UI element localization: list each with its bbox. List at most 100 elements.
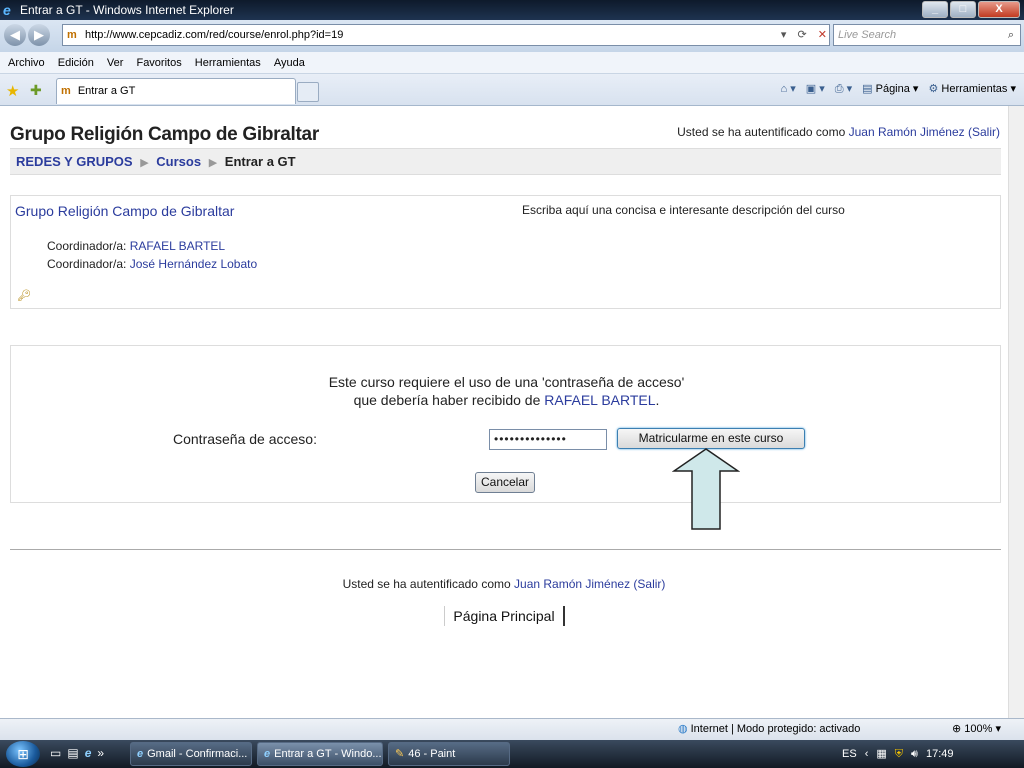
home-icon[interactable]: ⌂ ▾ [781, 82, 796, 96]
zoom-icon: ⊕ [952, 723, 962, 735]
close-button[interactable]: X [978, 1, 1020, 18]
address-url[interactable]: http://www.cepcadiz.com/red/course/enrol… [85, 25, 343, 45]
windows-logo-icon: ⊞ [17, 746, 29, 762]
course-description: Escriba aquí una concisa e interesante d… [522, 203, 845, 217]
tray-network-icon[interactable]: ▦ [876, 740, 886, 768]
tools-menu[interactable]: ⚙ Herramientas ▾ [928, 82, 1016, 96]
page-content: Grupo Religión Campo de Gibraltar Usted … [0, 106, 1024, 718]
globe-icon: ◍ [678, 723, 688, 735]
tray-shield-icon[interactable]: ⛨ [895, 740, 903, 768]
page-menu[interactable]: ▤ Página ▾ [862, 82, 918, 96]
logout-link[interactable]: (Salir) [968, 125, 1000, 139]
back-button[interactable]: ◀ [4, 24, 26, 46]
zoom-control[interactable]: ⊕ 100% ▾ [952, 719, 1001, 740]
coordinator-link[interactable]: RAFAEL BARTEL [130, 239, 225, 253]
language-indicator[interactable]: ES [842, 740, 857, 768]
system-tray: ES ‹ ▦ ⛨ 🔊︎ 17:49 [842, 740, 953, 768]
start-button[interactable]: ⊞ [6, 741, 40, 767]
coordinator-line: Coordinador/a: José Hernández Lobato [47, 257, 258, 271]
tray-expand-icon[interactable]: ‹ [865, 740, 869, 768]
cancel-button[interactable]: Cancelar [475, 472, 535, 493]
tab-label: Entrar a GT [77, 85, 136, 97]
address-dropdown-icon[interactable]: ▾ [781, 29, 787, 41]
add-favorites-icon[interactable]: ✚ [30, 82, 42, 99]
footer-login-info: Usted se ha autentificado como Juan Ramó… [342, 577, 666, 591]
tab-toolbar: ★ ✚ m Entrar a GT ⌂ ▾ ▣ ▾ ⎙ ▾ ▤ Página ▾… [0, 74, 1024, 106]
search-placeholder: Live Search [838, 29, 897, 41]
password-input[interactable]: •••••••••••••• [489, 429, 607, 450]
breadcrumb-current: Entrar a GT [224, 154, 296, 169]
coordinator-link[interactable]: José Hernández Lobato [130, 257, 257, 271]
menu-item-ver[interactable]: Ver [107, 57, 124, 69]
new-tab-button[interactable] [297, 82, 319, 102]
footer-logout-link[interactable]: (Salir) [633, 577, 665, 591]
user-link[interactable]: Juan Ramón Jiménez [849, 125, 965, 139]
enrol-box: Este curso requiere el uso de una 'contr… [10, 345, 1001, 503]
refresh-icon[interactable]: ⟳ [798, 29, 807, 41]
window-title-bar: e Entrar a GT - Windows Internet Explore… [0, 0, 1024, 20]
status-bar: ◍ Internet | Modo protegido: activado ⊕ 1… [0, 718, 1024, 740]
key-icon: 🔑︎ [17, 290, 31, 302]
breadcrumb-separator-icon: ▶ [140, 157, 149, 169]
quick-launch-more-icon[interactable]: » [97, 746, 104, 760]
course-name-link[interactable]: Grupo Religión Campo de Gibraltar [15, 203, 234, 219]
taskbar: ⊞ ▭ ▤ e » e Gmail - Confirmaci... e Entrar… [0, 740, 1024, 768]
print-icon[interactable]: ⎙ ▾ [835, 82, 852, 96]
enrol-message-line1: Este curso requiere el uso de una 'contr… [328, 374, 685, 390]
login-info: Usted se ha autentificado como Juan Ramó… [677, 125, 1000, 139]
up-arrow-annotation [672, 448, 740, 530]
menu-item-favoritos[interactable]: Favoritos [136, 57, 181, 69]
breadcrumb-separator-icon: ▶ [208, 157, 218, 169]
footer-user-link[interactable]: Juan Ramón Jiménez [514, 577, 630, 591]
paint-icon: ✎ [395, 748, 405, 760]
gear-icon: ⚙ [928, 83, 939, 95]
tray-volume-icon[interactable]: 🔊︎ [911, 740, 918, 768]
back-arrow-icon: ◀ [10, 27, 20, 42]
home-page-button[interactable]: Página Principal [444, 606, 565, 626]
ie-launch-icon[interactable]: e [85, 746, 92, 760]
ie-icon: e [264, 748, 271, 760]
taskbar-item-gmail[interactable]: e Gmail - Confirmaci... [130, 742, 252, 766]
course-info-box: Grupo Religión Campo de Gibraltar Escrib… [10, 195, 1001, 309]
menu-item-archivo[interactable]: Archivo [8, 57, 45, 69]
stop-icon[interactable]: ✕ [818, 29, 827, 41]
address-bar[interactable]: m http://www.cepcadiz.com/red/course/enr… [62, 24, 830, 46]
breadcrumb-root-link[interactable]: REDES Y GRUPOS [16, 154, 133, 169]
internet-explorer-icon: e [3, 2, 11, 18]
minimize-button[interactable]: _ [922, 1, 948, 18]
taskbar-item-paint[interactable]: ✎ 46 - Paint [388, 742, 510, 766]
footer-divider [10, 549, 1001, 550]
breadcrumb: REDES Y GRUPOS ▶ Cursos ▶ Entrar a GT [10, 148, 1001, 175]
security-zone[interactable]: ◍ Internet | Modo protegido: activado [678, 719, 860, 740]
site-favicon-icon: m [61, 85, 71, 97]
maximize-button[interactable]: □ [950, 1, 976, 18]
page-title: Grupo Religión Campo de Gibraltar [10, 124, 319, 145]
command-bar: ⌂ ▾ ▣ ▾ ⎙ ▾ ▤ Página ▾ ⚙ Herramientas ▾ [781, 82, 1016, 96]
site-favicon-icon: m [67, 29, 77, 41]
feeds-icon[interactable]: ▣ ▾ [806, 82, 825, 96]
forward-button[interactable]: ▶ [28, 24, 50, 46]
teacher-link[interactable]: RAFAEL BARTEL [544, 392, 655, 408]
window-title: Entrar a GT - Windows Internet Explorer [20, 3, 234, 17]
show-desktop-icon[interactable]: ▭ [50, 746, 61, 760]
coordinator-line: Coordinador/a: RAFAEL BARTEL [47, 239, 226, 253]
clock[interactable]: 17:49 [926, 740, 954, 768]
enrol-button[interactable]: Matricularme en este curso [617, 428, 805, 449]
address-toolbar: ◀ ▶ m http://www.cepcadiz.com/red/course… [0, 20, 1024, 52]
search-icon[interactable]: ⌕ [1008, 25, 1014, 45]
enrol-message-line2: que debería haber recibido de RAFAEL BAR… [353, 392, 660, 408]
breadcrumb-courses-link[interactable]: Cursos [156, 154, 201, 169]
password-label: Contraseña de acceso: [173, 431, 317, 447]
search-input[interactable]: Live Search ⌕ [833, 24, 1021, 46]
vertical-scrollbar[interactable] [1008, 106, 1024, 718]
switch-windows-icon[interactable]: ▤ [67, 746, 78, 760]
taskbar-item-ie[interactable]: e Entrar a GT - Windo... [257, 742, 383, 766]
tab-entrar-a-gt[interactable]: m Entrar a GT [56, 78, 296, 104]
menu-item-ayuda[interactable]: Ayuda [274, 57, 305, 69]
quick-launch: ▭ ▤ e » [50, 746, 104, 760]
menu-item-herramientas[interactable]: Herramientas [195, 57, 261, 69]
menu-item-edicion[interactable]: Edición [58, 57, 94, 69]
menu-bar: Archivo Edición Ver Favoritos Herramient… [0, 52, 1024, 74]
ie-icon: e [137, 748, 144, 760]
favorites-star-icon[interactable]: ★ [6, 82, 19, 100]
